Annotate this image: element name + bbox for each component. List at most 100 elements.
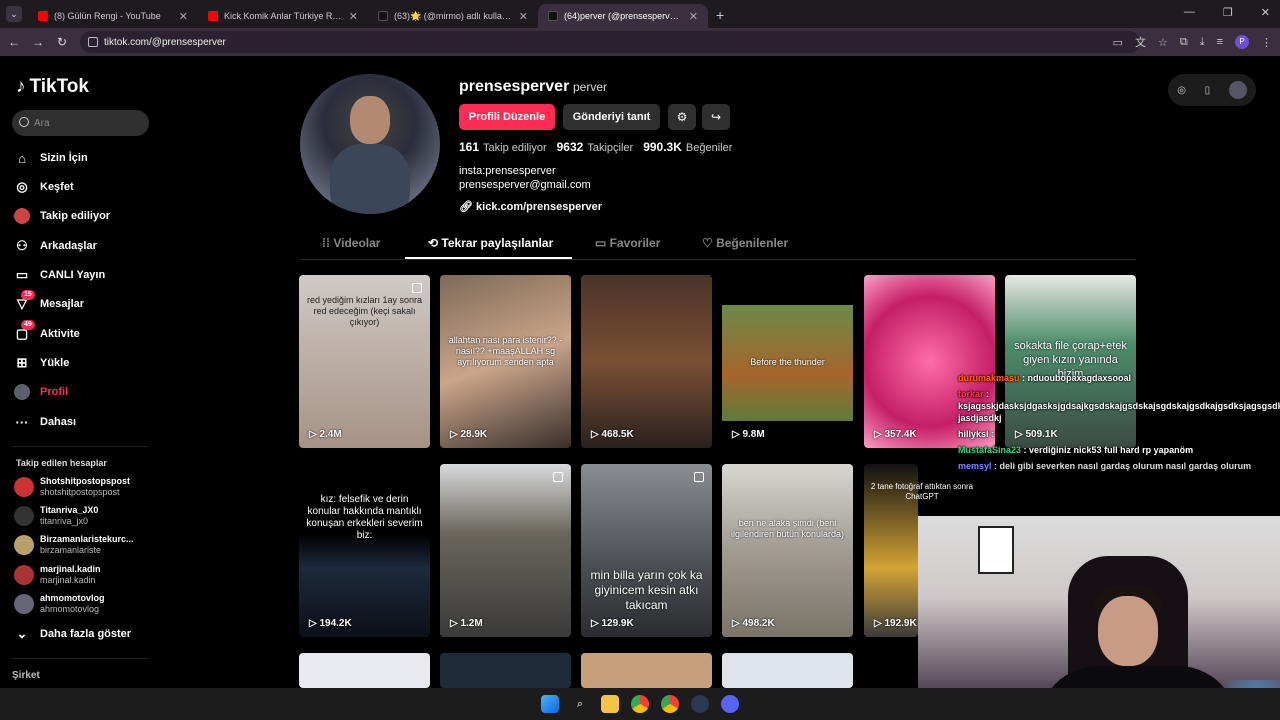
sidebar-item-for-you[interactable]: ⌂ Sizin İçin <box>14 148 88 168</box>
following-label: Takip ediliyor <box>483 142 547 154</box>
discord-icon[interactable] <box>721 695 739 713</box>
sidebar-item-live[interactable]: ▭ CANLI Yayın <box>14 265 105 285</box>
streamer-face <box>1098 596 1158 666</box>
reload-icon[interactable]: ↻ <box>50 35 74 49</box>
link-icon: 🔗︎ <box>459 201 473 213</box>
view-count-value: 357.4K <box>884 429 917 440</box>
file-explorer-icon[interactable] <box>601 695 619 713</box>
profile-avatar[interactable] <box>300 74 440 214</box>
bookmark-star-icon[interactable]: ☆ <box>1158 36 1168 49</box>
message-icon: ▽ 15 <box>14 290 35 312</box>
video-thumbnail[interactable] <box>581 653 712 688</box>
chat-message: memsyl : deli gibi severken nasıl gardaş… <box>958 460 1278 472</box>
followed-account[interactable]: ahmomotovlog ahmomotovlog <box>14 593 105 615</box>
sidebar-item-explore[interactable]: ◎ Keşfet <box>14 177 73 197</box>
restore-icon[interactable]: ❐ <box>1223 6 1233 19</box>
browser-profile-avatar[interactable]: P <box>1235 35 1249 49</box>
steam-icon[interactable] <box>691 695 709 713</box>
followed-account[interactable]: marjinal.kadin marjinal.kadin <box>14 564 101 586</box>
chrome-profile-icon[interactable] <box>661 695 679 713</box>
profile-link[interactable]: 🔗︎ kick.com/prensesperver <box>459 200 602 213</box>
followed-account[interactable]: Birzamanlaristekurc... birzamanlariste <box>14 534 134 556</box>
tab-title: (63)🌟 (@mirmo) adlı kullanıcı <box>394 10 513 21</box>
coins-icon[interactable]: ◎ <box>1177 85 1186 96</box>
likes-count: 990.3K <box>643 140 682 154</box>
following-stat[interactable]: 161 Takip ediliyor <box>459 140 547 154</box>
chat-text: : verdiğiniz nick53 full hard rp yapanöm <box>1023 445 1194 455</box>
close-tab-icon[interactable]: ✕ <box>349 10 358 23</box>
tab-videos[interactable]: ⁞⁞ Videolar <box>322 236 380 250</box>
search-input[interactable]: Ara <box>12 110 149 136</box>
browser-tab[interactable]: Kick Komik Anlar Türkiye Rewin ✕ <box>198 4 368 28</box>
sidebar-item-messages[interactable]: ▽ 15 Mesajlar <box>14 290 84 314</box>
close-tab-icon[interactable]: ✕ <box>179 10 188 23</box>
promote-post-button[interactable]: Gönderiyi tanıt <box>563 104 660 130</box>
kebab-menu-icon[interactable]: ⋮ <box>1261 36 1272 49</box>
sidebar-item-label: Dahası <box>40 416 77 428</box>
video-thumbnail[interactable]: allahtan nası para istenir?? -nasıl?? +m… <box>440 275 571 448</box>
tab-liked[interactable]: ♡ Beğenilenler <box>702 236 788 250</box>
sidebar-item-more[interactable]: ··· Dahası <box>14 412 77 432</box>
minimize-icon[interactable]: — <box>1184 6 1195 19</box>
video-thumbnail[interactable]: min billa yarın çok ka giyinicem kesin a… <box>581 464 712 637</box>
video-thumbnail[interactable]: red yediğim kızları 1ay sonra red edeceğ… <box>299 275 430 448</box>
tab-favorites[interactable]: ▭ Favoriler <box>595 236 660 250</box>
video-thumbnail[interactable]: ben ne alaka şimdi (beni ilgilendiren bü… <box>722 464 853 637</box>
forward-icon[interactable]: → <box>26 35 50 49</box>
cast-icon[interactable]: ▭ <box>1113 36 1123 49</box>
sidebar-item-upload[interactable]: ⊞ Yükle <box>14 353 70 373</box>
close-tab-icon[interactable]: ✕ <box>519 10 528 23</box>
download-icon[interactable]: ⤓ <box>1200 36 1205 49</box>
chrome-icon[interactable] <box>631 695 649 713</box>
video-caption: min billa yarın çok ka giyinicem kesin a… <box>590 568 703 612</box>
new-tab-button[interactable]: + <box>716 7 724 23</box>
edit-profile-button[interactable]: Profili Düzenle <box>459 104 555 130</box>
tiktok-logo[interactable]: ♪ TikTok <box>16 76 89 98</box>
windows-start-icon[interactable] <box>541 695 559 713</box>
settings-gear-icon[interactable]: ⚙ <box>668 104 696 130</box>
photo-carousel-icon <box>553 472 563 482</box>
company-link[interactable]: Şirket <box>12 670 40 681</box>
translate-icon[interactable]: 文 <box>1135 34 1146 50</box>
activity-badge: 49 <box>21 320 35 330</box>
user-avatar[interactable] <box>1228 81 1247 99</box>
view-count-value: 194.2K <box>319 618 352 629</box>
browser-tab-active[interactable]: (64)perver (@prensesperver) | T ✕ <box>538 4 708 28</box>
messages-badge: 15 <box>21 290 35 300</box>
video-thumbnail[interactable]: ▷ 1.2M <box>440 464 571 637</box>
tab-search-button[interactable]: ⌄ <box>6 6 22 22</box>
search-icon[interactable]: ⌕ <box>571 695 589 713</box>
profile-username: prensesperver <box>459 78 570 95</box>
sidebar-item-following[interactable]: Takip ediliyor <box>14 206 110 226</box>
sidebar-item-activity[interactable]: ▢ 49 Aktivite <box>14 320 80 344</box>
followed-account[interactable]: Titanriva_JX0 titanriva_jx0 <box>14 505 98 527</box>
video-thumbnail[interactable] <box>299 653 430 688</box>
tab-title: Kick Komik Anlar Türkiye Rewin <box>224 11 343 21</box>
close-window-icon[interactable]: ✕ <box>1261 6 1270 19</box>
browser-tab[interactable]: (63)🌟 (@mirmo) adlı kullanıcı ✕ <box>368 4 538 28</box>
site-info-icon[interactable] <box>88 37 98 47</box>
back-icon[interactable]: ← <box>2 35 26 49</box>
tab-reposts[interactable]: ⟲ Tekrar paylaşılanlar <box>428 236 553 250</box>
upload-icon: ⊞ <box>16 355 28 370</box>
device-icon[interactable]: ▯ <box>1205 85 1211 96</box>
followed-account[interactable]: Shotshitpostopspost shotshitpostopspost <box>14 476 130 498</box>
url-field[interactable]: tiktok.com/@prensesperver <box>80 31 1140 53</box>
sidebar-item-friends[interactable]: ⚇ Arkadaşlar <box>14 236 97 256</box>
video-thumbnail[interactable] <box>722 653 853 688</box>
share-icon[interactable]: ↪ <box>702 104 730 130</box>
video-thumbnail[interactable]: ▷ 468.5K <box>581 275 712 448</box>
profile-stats: 161 Takip ediliyor 9632 Takipçiler 990.3K B… <box>459 140 732 154</box>
extensions-icon[interactable]: ⧉ <box>1180 36 1188 49</box>
video-thumbnail[interactable]: kız: felsefik ve derin konular hakkında … <box>299 464 430 637</box>
show-more-button[interactable]: ⌄ Daha fazla göster <box>14 624 132 644</box>
followers-stat[interactable]: 9632 Takipçiler <box>557 140 634 154</box>
close-tab-icon[interactable]: ✕ <box>689 10 698 23</box>
bio-line: insta:prensesperver <box>459 165 556 177</box>
wall-poster <box>978 526 1014 574</box>
reading-list-icon[interactable]: ≡ <box>1217 36 1223 48</box>
video-thumbnail[interactable]: Before the thunder ▷ 9.8M <box>722 275 853 448</box>
browser-tab[interactable]: (8) Gülün Rengi - YouTube ✕ <box>28 4 198 28</box>
sidebar-item-profile[interactable]: Profil <box>14 382 68 402</box>
video-thumbnail[interactable] <box>440 653 571 688</box>
